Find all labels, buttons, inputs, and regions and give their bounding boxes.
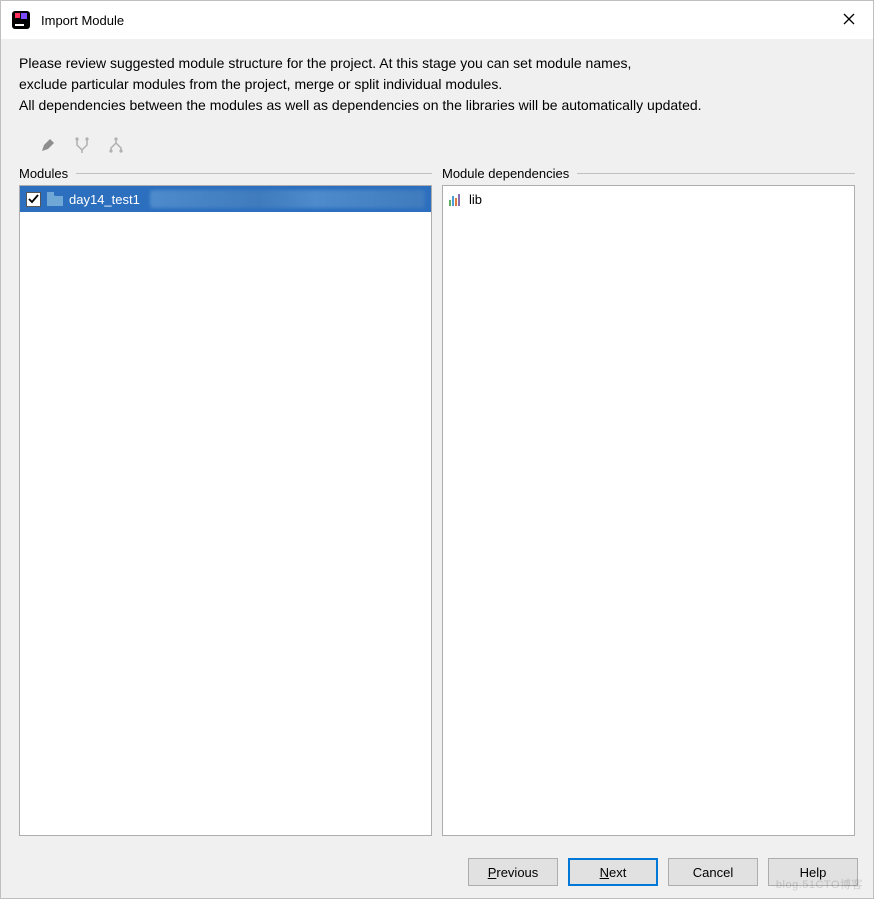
description-text: Please review suggested module structure… xyxy=(19,53,855,116)
desc-line-3: All dependencies between the modules as … xyxy=(19,95,855,116)
previous-button[interactable]: Previous xyxy=(468,858,558,886)
module-checkbox[interactable] xyxy=(26,192,41,207)
dependencies-label: Module dependencies xyxy=(442,166,575,181)
library-icon xyxy=(449,192,463,206)
dependency-name: lib xyxy=(469,192,482,207)
desc-line-1: Please review suggested module structure… xyxy=(19,53,855,74)
desc-line-2: exclude particular modules from the proj… xyxy=(19,74,855,95)
folder-icon xyxy=(47,192,63,206)
module-name: day14_test1 xyxy=(69,192,140,207)
module-row[interactable]: day14_test1 xyxy=(20,186,431,212)
window-title: Import Module xyxy=(41,13,124,28)
next-button[interactable]: Next xyxy=(568,858,658,886)
modules-panel: Modules day14_test1 xyxy=(19,166,432,836)
merge-icon[interactable] xyxy=(73,136,91,154)
dependencies-panel: Module dependencies lib xyxy=(442,166,855,836)
panels: Modules day14_test1 Module dependen xyxy=(19,166,855,836)
dialog-content: Please review suggested module structure… xyxy=(1,39,873,848)
dependency-row[interactable]: lib xyxy=(443,186,854,212)
toolbar xyxy=(19,134,855,160)
modules-list[interactable]: day14_test1 xyxy=(19,185,432,836)
redacted-path xyxy=(150,190,425,208)
label-line xyxy=(577,173,855,174)
dependencies-label-row: Module dependencies xyxy=(442,166,855,181)
dependencies-list[interactable]: lib xyxy=(442,185,855,836)
titlebar: Import Module xyxy=(1,1,873,39)
cancel-button[interactable]: Cancel xyxy=(668,858,758,886)
modules-label-row: Modules xyxy=(19,166,432,181)
modules-label: Modules xyxy=(19,166,74,181)
button-bar: Previous Next Cancel Help xyxy=(1,848,873,898)
app-icon xyxy=(11,10,31,30)
edit-icon[interactable] xyxy=(39,136,57,154)
label-line xyxy=(76,173,432,174)
help-button[interactable]: Help xyxy=(768,858,858,886)
split-icon[interactable] xyxy=(107,136,125,154)
close-button[interactable] xyxy=(835,9,863,32)
